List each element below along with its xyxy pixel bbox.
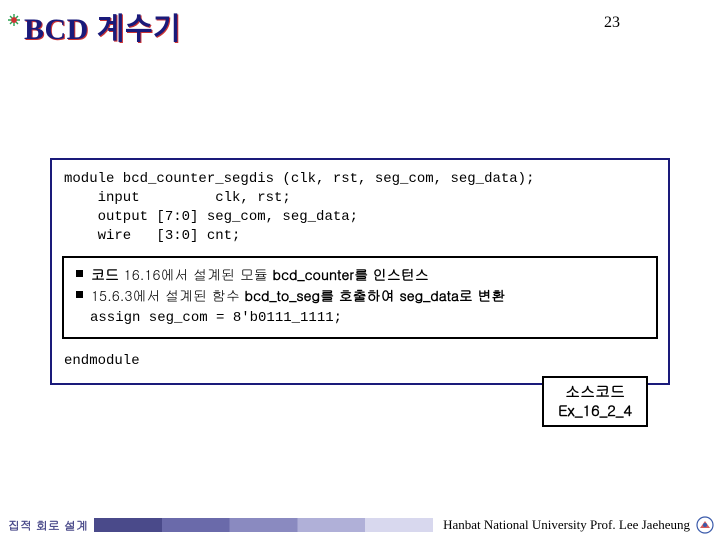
slide-header: BCD 계수기 23 bbox=[0, 0, 720, 48]
note-row-2: 15.6.3에서 설계된 함수 bcd_to_seg를 호출하여 seg_dat… bbox=[72, 285, 648, 306]
source-label-line1: 소스코드 bbox=[558, 382, 632, 402]
note-2-suffix: 로 변환 bbox=[459, 285, 506, 305]
footer-gradient-bar bbox=[94, 518, 433, 532]
note-1-prefix: 코드 bbox=[91, 264, 124, 284]
code-container: module bcd_counter_segdis (clk, rst, seg… bbox=[50, 158, 670, 385]
notes-box: 코드 16.16에서 설계된 모듈 bcd_counter를 인스턴스 15.6… bbox=[62, 256, 658, 339]
note-1-code: bcd_counter bbox=[273, 264, 355, 284]
note-2-code2: seg_data bbox=[399, 285, 458, 305]
note-1-suffix: 를 인스턴스 bbox=[354, 264, 429, 284]
footer-left-text: 집적 회로 설계 bbox=[0, 517, 94, 534]
note-1-mid: 16.16에서 설계된 모듈 bbox=[124, 264, 273, 284]
square-bullet-icon bbox=[76, 270, 83, 277]
code-declarations: module bcd_counter_segdis (clk, rst, seg… bbox=[52, 160, 668, 250]
note-row-1: 코드 16.16에서 설계된 모듈 bcd_counter를 인스턴스 bbox=[72, 264, 648, 285]
title-bullet-icon bbox=[6, 12, 22, 28]
university-logo-icon bbox=[696, 516, 714, 534]
note-1-text: 코드 16.16에서 설계된 모듈 bcd_counter를 인스턴스 bbox=[91, 264, 429, 285]
slide-footer: 집적 회로 설계 Hanbat National University Prof… bbox=[0, 514, 720, 536]
page-number: 23 bbox=[604, 14, 620, 32]
assign-line: assign seg_com = 8'b0111_1111; bbox=[72, 308, 648, 329]
source-label: 소스코드 Ex_16_2_4 bbox=[542, 376, 648, 427]
source-label-line2: Ex_16_2_4 bbox=[558, 401, 632, 421]
footer-attribution: Hanbat National University Prof. Lee Jae… bbox=[433, 517, 694, 533]
square-bullet-icon bbox=[76, 291, 83, 298]
note-2-text: 15.6.3에서 설계된 함수 bcd_to_seg를 호출하여 seg_dat… bbox=[91, 285, 506, 306]
slide-title: BCD 계수기 bbox=[24, 4, 181, 48]
note-2-code: bcd_to_seg bbox=[245, 285, 321, 305]
note-2-mid: 15.6.3에서 설계된 함수 bbox=[91, 285, 245, 305]
note-2-mid2: 를 호출하여 bbox=[320, 285, 399, 305]
